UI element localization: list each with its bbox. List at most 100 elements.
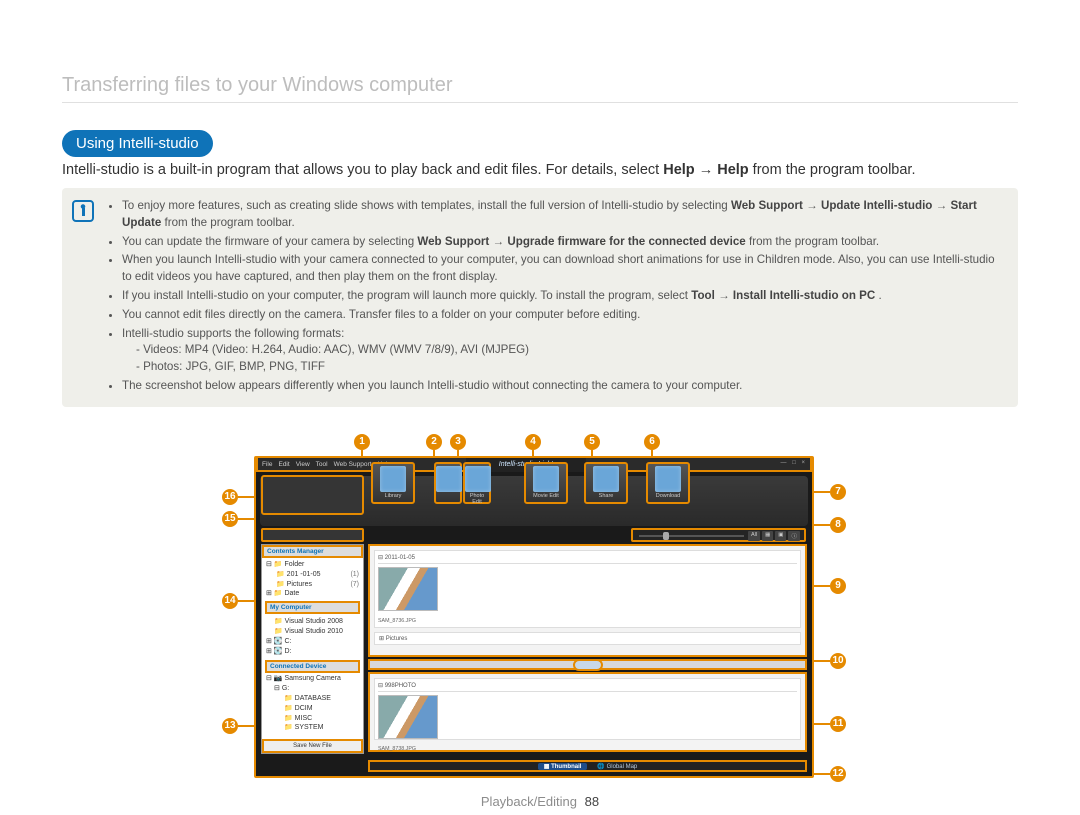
sidebar-contents-header[interactable]: Contents Manager	[262, 545, 363, 558]
splitter-grip-icon[interactable]	[573, 659, 603, 671]
callout-10: 10	[830, 653, 846, 669]
sidebar-folder-root[interactable]: Folder	[284, 561, 304, 568]
path-breadcrumb-bar[interactable]	[261, 528, 364, 542]
sidebar-camera[interactable]: Samsung Camera	[284, 675, 340, 682]
library-thumb-2[interactable]	[378, 695, 438, 739]
library-group2-folder[interactable]: ⊟ 998PHOTO	[378, 682, 797, 692]
info-bullet-7: The screenshot below appears differently…	[122, 378, 1006, 395]
zoom-slider-knob[interactable]	[663, 532, 669, 540]
sidebar-g-database[interactable]: DATABASE	[295, 695, 331, 702]
toolbar-share-label: Share	[586, 493, 626, 499]
info-b2-text: You can update the firmware of your came…	[122, 235, 417, 248]
sidebar-vs2010[interactable]: Visual Studio 2010	[285, 628, 343, 635]
library-pictures-bar[interactable]: ⊞ Pictures	[374, 632, 801, 645]
menu-file[interactable]: File	[262, 461, 272, 468]
group1-date-label: 2011-01-05	[385, 555, 415, 561]
callout-13: 13	[222, 718, 238, 734]
toolbar-movieedit-button[interactable]: Movie Edit	[524, 462, 568, 504]
menu-view[interactable]: View	[296, 461, 310, 468]
info-bullet-1: To enjoy more features, such as creating…	[122, 198, 1006, 232]
toolbar-photoedit-button-left[interactable]	[434, 462, 462, 504]
toolbar-share-button[interactable]: Share	[584, 462, 628, 504]
library-thumb-1-caption: SAM_8736.JPG	[378, 618, 797, 624]
download-icon	[655, 466, 681, 492]
filter-buttons[interactable]: All ▦ ▣ ⓘ	[748, 531, 800, 541]
menu-edit[interactable]: Edit	[278, 461, 289, 468]
info-b1-post: from the program toolbar.	[165, 216, 295, 229]
callout-2: 2	[426, 434, 442, 450]
menu-tool[interactable]: Tool	[316, 461, 328, 468]
info-bullet-5: You cannot edit files directly on the ca…	[122, 307, 1006, 324]
zoom-slider-track[interactable]	[639, 535, 744, 537]
sidebar-drive-c[interactable]: C:	[284, 638, 291, 645]
photoedit-icon	[465, 466, 491, 492]
page-title: Transferring files to your Windows compu…	[62, 74, 453, 97]
sidebar-mycomputer-header[interactable]: My Computer	[265, 601, 360, 614]
callout-1: 1	[354, 434, 370, 450]
sidebar-connected-header[interactable]: Connected Device	[265, 660, 360, 673]
sidebar-g-dcim[interactable]: DCIM	[295, 705, 313, 712]
filter-photo-icon[interactable]: ▦	[762, 531, 773, 541]
sidebar-date-root[interactable]: Date	[284, 590, 299, 597]
callout-7: 7	[830, 484, 846, 500]
main-library-pane-top[interactable]: ⊟ 2011-01-05 SAM_8736.JPG ⊞ Pictures	[368, 544, 807, 657]
info-b1-bold-websupport: Web Support	[731, 199, 803, 212]
sidebar-connected-tree[interactable]: ⊟ 📷 Samsung Camera ⊟ G: 📁 DATABASE 📁 DCI…	[262, 672, 363, 737]
callout-6: 6	[644, 434, 660, 450]
window-controls[interactable]: — □ ×	[781, 460, 807, 466]
footer-globalmap-button[interactable]: 🌐 Global Map	[597, 763, 637, 770]
info-b4-bold-install: Install Intelli-studio on PC	[733, 289, 875, 302]
section-heading-pill: Using Intelli-studio	[62, 130, 213, 157]
sidebar-drive-g[interactable]: G:	[282, 685, 289, 692]
info-b2-post: from the program toolbar.	[749, 235, 879, 248]
toolbar-download-button[interactable]: Download	[646, 462, 690, 504]
pane-splitter[interactable]	[368, 659, 807, 670]
view-mode-footer[interactable]: ▦ Thumbnail 🌐 Global Map	[368, 760, 807, 772]
toolbar-library-button[interactable]: Library	[371, 462, 415, 504]
callout-8: 8	[830, 517, 846, 533]
sidebar-drive-d[interactable]: D:	[284, 648, 291, 655]
callout-16: 16	[222, 489, 238, 505]
info-b1-text: To enjoy more features, such as creating…	[122, 199, 731, 212]
main-library-pane-bottom[interactable]: ⊟ 998PHOTO SAM_8738.JPG	[368, 672, 807, 752]
nav-shortcuts-panel[interactable]	[261, 475, 364, 515]
section-intro-text: Intelli-studio is a built-in program tha…	[62, 160, 1022, 180]
sidebar-g-misc[interactable]: MISC	[295, 715, 313, 722]
sidebar-folder-pictures[interactable]: Pictures	[287, 581, 312, 588]
sidebar-mycomputer-tree[interactable]: 📁 Visual Studio 2008 📁 Visual Studio 201…	[262, 615, 363, 660]
thumbnail-size-and-filter-bar[interactable]: All ▦ ▣ ⓘ	[631, 528, 806, 542]
info-bullet-4: If you install Intelli-studio on your co…	[122, 288, 1006, 305]
footer-thumbnail-button[interactable]: ▦ Thumbnail	[538, 763, 588, 770]
info-bullet-list: To enjoy more features, such as creating…	[108, 198, 1006, 395]
info-b2-bold-websupport: Web Support	[417, 235, 489, 248]
info-b2-bold-upgradefw: Upgrade firmware for the connected devic…	[507, 235, 745, 248]
info-b4-text: If you install Intelli-studio on your co…	[122, 289, 691, 302]
info-b6-sub-videos: - Videos: MP4 (Video: H.264, Audio: AAC)…	[122, 342, 1006, 359]
footer-thumbnail-label: Thumbnail	[551, 764, 581, 770]
toolbar-photoedit-label: Photo Edit	[465, 493, 489, 505]
filter-all-button[interactable]: All	[748, 531, 760, 541]
library-icon	[380, 466, 406, 492]
filter-info-icon[interactable]: ⓘ	[788, 531, 800, 541]
info-bullet-3: When you launch Intelli-studio with your…	[122, 252, 1006, 286]
library-group1-date[interactable]: ⊟ 2011-01-05	[378, 554, 797, 564]
menu-websupport[interactable]: Web Support	[334, 461, 372, 468]
toolbar-photoedit-button-right[interactable]: Photo Edit	[463, 462, 491, 504]
sidebar-contents-tree[interactable]: ⊟ 📁 Folder 📁 201 -01-05(1) 📁 Pictures(7)…	[262, 558, 363, 603]
info-b1-arrow1: →	[806, 199, 821, 212]
sidebar-save-new-file-button[interactable]: Save New File	[262, 739, 363, 753]
library-thumb-1[interactable]	[378, 567, 438, 611]
sidebar-panel: Contents Manager ⊟ 📁 Folder 📁 201 -01-05…	[261, 544, 364, 754]
intro-text-pre: Intelli-studio is a built-in program tha…	[62, 162, 663, 178]
intro-bold-help2: Help	[717, 162, 748, 178]
toolbar-download-label: Download	[648, 493, 688, 499]
sidebar-folder-date-count: (1)	[350, 570, 359, 580]
info-bullet-6: Intelli-studio supports the following fo…	[122, 326, 1006, 376]
share-icon	[593, 466, 619, 492]
filter-video-icon[interactable]: ▣	[775, 531, 786, 541]
sidebar-vs2008[interactable]: Visual Studio 2008	[285, 618, 343, 625]
sidebar-folder-date[interactable]: 201 -01-05	[287, 571, 321, 578]
info-b1-arrow2: →	[936, 199, 951, 212]
sidebar-g-system[interactable]: SYSTEM	[295, 724, 324, 731]
annotated-screenshot: 1 2 3 4 5 6 7 8 9 10 11 12 13 14 15 16 F…	[254, 446, 814, 778]
